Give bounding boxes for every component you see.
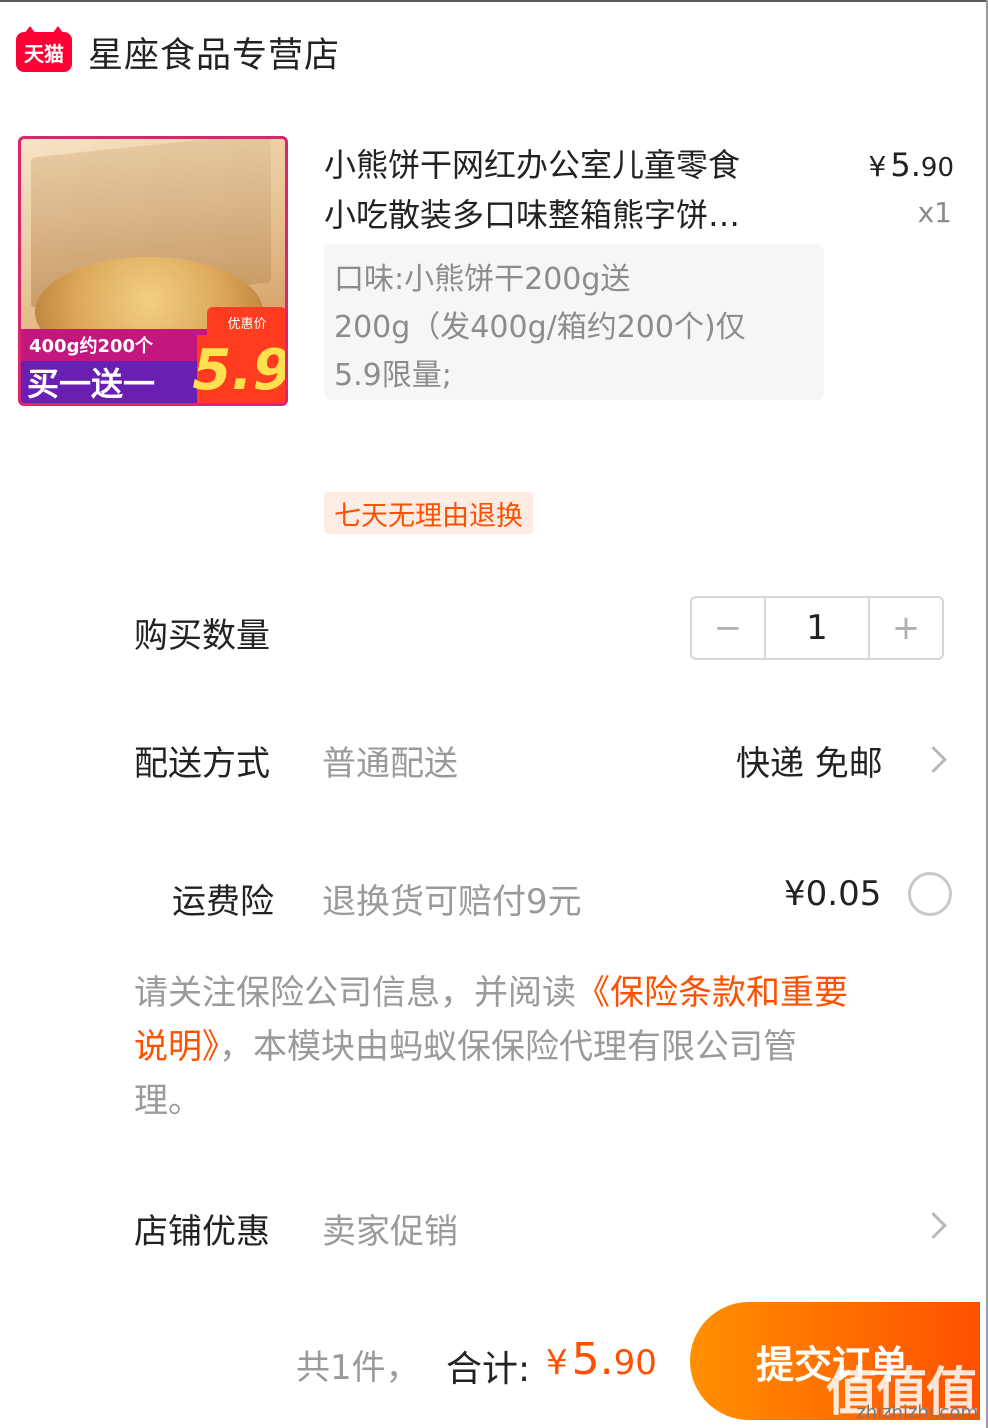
discount-chevron-right-icon[interactable] — [920, 1212, 947, 1239]
increase-button[interactable]: + — [870, 598, 942, 658]
price-currency: ¥ — [868, 150, 887, 183]
tmall-logo-icon: 天猫 — [16, 26, 72, 72]
delivery-chevron-right-icon[interactable] — [920, 746, 947, 773]
purchase-qty-label: 购买数量 — [134, 616, 270, 656]
product-title-line: 小熊饼干网红办公室儿童零食 — [324, 146, 741, 184]
insurance-terms-link[interactable]: 说明》 — [134, 1027, 219, 1067]
insurance-label: 运费险 — [172, 882, 274, 922]
product-image-promo: 买一送一 — [21, 361, 211, 403]
product-price: ¥5.90 — [869, 146, 954, 184]
spec-line: 200g（发400g/箱约200个)仅 — [334, 310, 746, 345]
insurance-terms-link[interactable]: 《保险条款和重要 — [576, 973, 848, 1013]
product-quantity: x1 — [917, 196, 952, 229]
total-label: 合计: — [446, 1349, 531, 1390]
total-currency: ¥ — [546, 1343, 568, 1383]
product-image-price: 5.9 — [192, 335, 285, 403]
decrease-button[interactable]: − — [692, 598, 764, 658]
quantity-stepper: − 1 + — [690, 596, 944, 660]
top-border — [0, 0, 988, 2]
insurance-note-line: 请关注保险公司信息，并阅读《保险条款和重要 — [134, 966, 954, 1020]
insurance-desc: 退换货可赔付9元 — [322, 882, 582, 922]
total-price: ¥5.90 — [546, 1334, 657, 1385]
insurance-note-text: 请关注保险公司信息，并阅读 — [134, 973, 576, 1013]
price-integer: 5. — [890, 146, 921, 184]
product-image-price-tag: 优惠价 — [207, 307, 285, 337]
product-image-weight: 400g约200个 — [21, 329, 211, 361]
product-title[interactable]: 小熊饼干网红办公室儿童零食 小吃散装多口味整箱熊字饼… — [324, 140, 794, 240]
discount-value[interactable]: 卖家促销 — [322, 1204, 458, 1253]
insurance-radio[interactable] — [908, 872, 952, 916]
watermark-url: zhizhizhi.com — [856, 1402, 978, 1423]
insurance-note-text: ，本模块由蚂蚁保保险代理有限公司管 — [219, 1027, 797, 1067]
product-spec[interactable]: 口味:小熊饼干200g送 200g（发400g/箱约200个)仅 5.9限量; — [324, 244, 824, 400]
delivery-label: 配送方式 — [134, 744, 270, 784]
insurance-note-line: 说明》，本模块由蚂蚁保保险代理有限公司管 — [134, 1020, 954, 1074]
total-cents: 90 — [613, 1343, 657, 1383]
delivery-method: 普通配送 — [322, 744, 458, 784]
store-header[interactable]: 天猫 星座食品专营店 — [16, 26, 340, 78]
item-count: 共1件， — [296, 1348, 420, 1388]
discount-label: 店铺优惠 — [134, 1212, 270, 1252]
store-name[interactable]: 星座食品专营店 — [88, 27, 340, 78]
return-policy-badge: 七天无理由退换 — [324, 492, 533, 534]
quantity-value[interactable]: 1 — [764, 598, 870, 658]
insurance-note: 请关注保险公司信息，并阅读《保险条款和重要 说明》，本模块由蚂蚁保保险代理有限公… — [134, 966, 954, 1128]
spec-line: 口味:小熊饼干200g送 — [334, 262, 631, 297]
product-title-line: 小吃散装多口味整箱熊字饼… — [324, 196, 741, 234]
insurance-note-line: 理。 — [134, 1081, 202, 1121]
total-integer: 5. — [571, 1334, 614, 1385]
price-cents: 90 — [920, 153, 954, 183]
tmall-badge-text: 天猫 — [24, 41, 64, 66]
product-image[interactable]: 400g约200个 买一送一 优惠价 5.9 — [18, 136, 288, 406]
spec-line: 5.9限量; — [334, 358, 452, 393]
delivery-value[interactable]: 快递 免邮 — [736, 736, 883, 785]
insurance-price: ¥0.05 — [784, 874, 882, 914]
